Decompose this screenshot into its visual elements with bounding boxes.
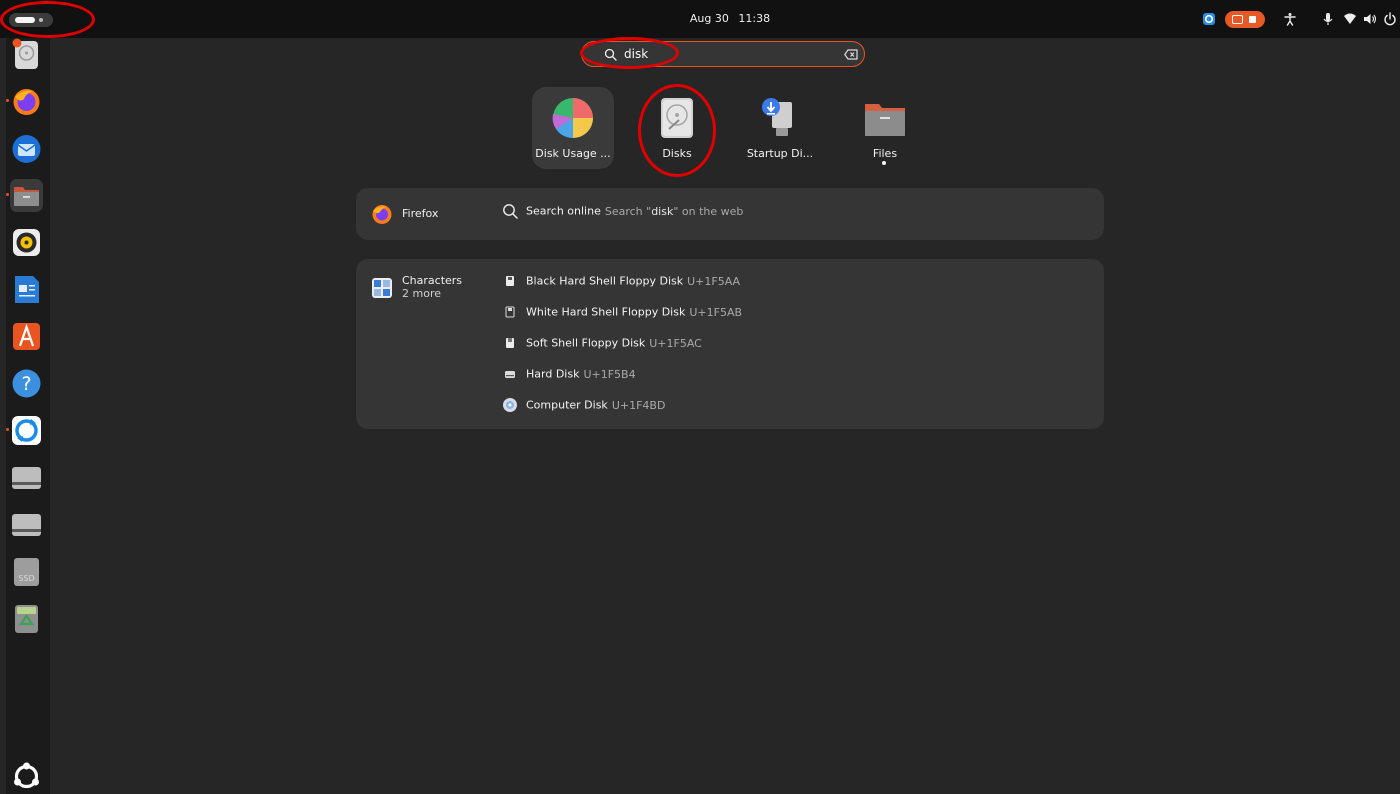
- provider-more-count[interactable]: 2 more: [402, 287, 441, 300]
- dock-item-remote-desktop[interactable]: [6, 414, 43, 447]
- stop-recording-icon[interactable]: [1249, 16, 1256, 23]
- characters-app-icon: [372, 278, 392, 298]
- search-icon: [503, 204, 518, 219]
- character-result[interactable]: Hard Disk U+1F5B4: [502, 366, 636, 384]
- floppy-disk-icon: [505, 306, 515, 318]
- app-label: Startup Di...: [746, 147, 814, 160]
- dock-item-thunderbird[interactable]: [10, 132, 43, 165]
- files-folder-icon: [865, 104, 905, 136]
- screen-share-icon: [1232, 15, 1243, 24]
- help-icon: ?: [12, 369, 41, 398]
- annotation-circle-disks: [638, 84, 716, 177]
- dock-item-drive-1[interactable]: [10, 461, 43, 494]
- disk-usage-analyzer-icon: [12, 38, 38, 69]
- app-result-disk-usage[interactable]: Disk Usage ...: [532, 87, 614, 169]
- dock-item-libreoffice-writer[interactable]: [10, 273, 43, 306]
- app-result-startup-disk-creator[interactable]: Startup Di...: [739, 87, 821, 169]
- hard-disk-icon: [505, 371, 515, 378]
- provider-name: Characters: [402, 274, 463, 287]
- remote-desktop-icon: [12, 416, 41, 445]
- search-online-result[interactable]: Search online Search "disk" on the web: [502, 203, 743, 221]
- app-label: Files: [872, 147, 898, 160]
- floppy-disk-icon: [506, 276, 514, 286]
- ssd-drive-icon: SSD: [14, 558, 39, 586]
- ssd-label: SSD: [18, 574, 34, 583]
- character-result[interactable]: White Hard Shell Floppy Disk U+1F5AB: [502, 304, 742, 322]
- result-title: Search online: [526, 204, 601, 218]
- volume-icon[interactable]: [1363, 12, 1377, 26]
- app-center-icon: [13, 323, 40, 350]
- dock-item-ssd[interactable]: SSD: [10, 555, 43, 588]
- character-result[interactable]: Soft Shell Floppy Disk U+1F5AC: [502, 335, 702, 353]
- firefox-icon: [13, 89, 40, 115]
- dock-item-drive-2[interactable]: [10, 508, 43, 541]
- character-result[interactable]: Black Hard Shell Floppy Disk U+1F5AA: [502, 273, 740, 291]
- top-bar: Aug 30 11:38: [0, 0, 1400, 38]
- result-description: Search "disk" on the web: [604, 204, 744, 218]
- trash-icon: [15, 605, 38, 633]
- dock-item-app-center[interactable]: [10, 320, 43, 353]
- dock-item-help[interactable]: ?: [10, 367, 43, 400]
- thunderbird-icon: [12, 135, 41, 163]
- firefox-icon: [372, 205, 392, 224]
- running-indicator: [882, 161, 886, 165]
- dock: ? SSD: [6, 38, 50, 794]
- dock-item-files[interactable]: [6, 179, 43, 212]
- floppy-disk-icon: [506, 338, 514, 348]
- clock-button[interactable]: Aug 30 11:38: [600, 12, 860, 25]
- power-icon[interactable]: [1383, 12, 1397, 26]
- dock-item-firefox[interactable]: [6, 85, 43, 118]
- libreoffice-writer-icon: [15, 276, 39, 303]
- files-icon: [14, 187, 39, 206]
- drive-icon: [12, 467, 41, 489]
- clock-time: 11:38: [738, 12, 771, 25]
- accessibility-icon[interactable]: [1283, 12, 1297, 26]
- annotation-circle-activities: [0, 1, 95, 38]
- app-label: Disk Usage ...: [535, 147, 611, 160]
- annotation-circle-search: [580, 37, 679, 69]
- show-apps-icon: [14, 762, 39, 789]
- microphone-icon[interactable]: [1321, 12, 1335, 26]
- clock-date: Aug 30: [689, 12, 729, 25]
- characters-search-provider: Characters 2 more Black Hard Shell Flopp…: [356, 259, 1104, 429]
- rhythmbox-icon: [13, 229, 40, 256]
- computer-disk-icon: [503, 398, 517, 412]
- disk-usage-pie-icon: [552, 98, 593, 139]
- drive-icon: [12, 514, 41, 536]
- clear-text-icon[interactable]: [844, 48, 858, 61]
- dock-item-rhythmbox[interactable]: [10, 226, 43, 259]
- screen-recording-indicator[interactable]: [1225, 11, 1265, 28]
- dock-item-trash[interactable]: [10, 602, 43, 635]
- startup-disk-creator-icon: [762, 98, 792, 136]
- wifi-icon[interactable]: [1343, 12, 1357, 26]
- character-result[interactable]: Computer Disk U+1F4BD: [502, 397, 665, 415]
- dock-item-show-apps[interactable]: [10, 760, 43, 793]
- app-result-files[interactable]: Files: [844, 87, 926, 169]
- dock-item-disk-usage-analyzer[interactable]: [10, 38, 43, 71]
- firefox-search-provider: Firefox Search online Search "disk" on th…: [356, 188, 1104, 240]
- provider-name: Firefox: [402, 207, 439, 220]
- svg-text:?: ?: [21, 373, 31, 395]
- app-indicator-icon[interactable]: [1202, 12, 1216, 26]
